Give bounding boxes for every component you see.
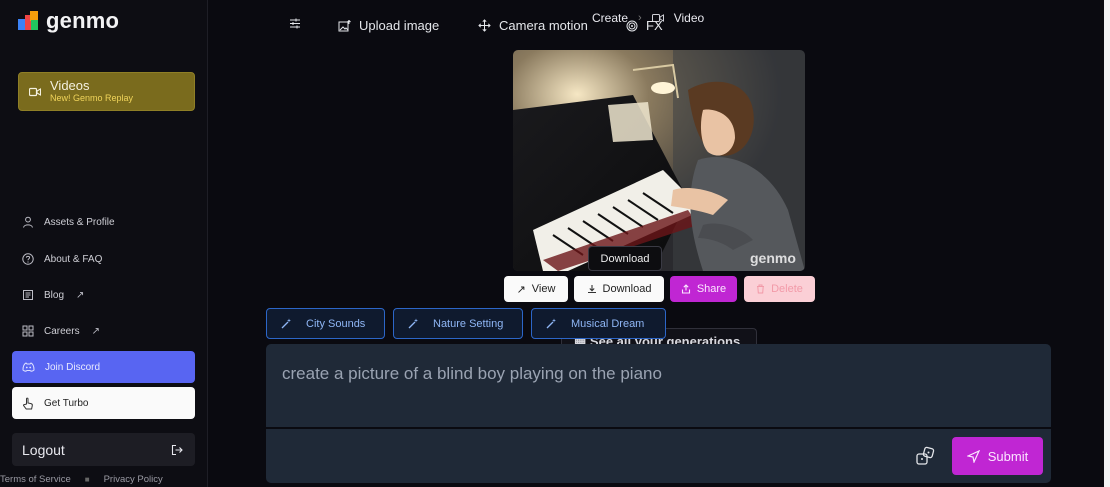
sidebar-item-assets-profile[interactable]: Assets & Profile — [22, 216, 115, 228]
logout-button[interactable]: Logout — [12, 433, 195, 466]
move-arrows-icon — [478, 19, 491, 32]
suggestion-label: Musical Dream — [571, 317, 645, 330]
trash-icon — [756, 284, 765, 294]
join-discord-label: Join Discord — [45, 361, 101, 373]
sidebar-item-careers[interactable]: Careers ↗ — [22, 325, 100, 337]
view-button[interactable]: ↗ View — [504, 276, 568, 302]
external-link-icon: ↗ — [516, 283, 526, 296]
suggestion-chip[interactable]: Musical Dream — [531, 308, 666, 339]
breadcrumb-current: Video — [673, 11, 705, 25]
logo-text: genmo — [46, 8, 120, 33]
user-icon — [22, 216, 34, 228]
logout-icon — [171, 444, 183, 456]
hand-pointer-icon — [22, 397, 34, 410]
suggestion-label: City Sounds — [306, 317, 366, 330]
download-button[interactable]: Download — [574, 276, 664, 302]
submit-button[interactable]: Submit — [952, 437, 1043, 475]
magic-wand-icon — [546, 318, 557, 329]
sidebar-item-blog[interactable]: Blog ↗ — [22, 289, 84, 301]
sidebar-item-label: Assets & Profile — [44, 216, 115, 228]
fx-label: FX — [646, 18, 663, 33]
video-preview[interactable]: genmo — [513, 50, 805, 271]
download-icon — [587, 284, 597, 294]
share-label: Share — [696, 283, 727, 295]
send-icon — [966, 449, 980, 463]
video-thumbnail-image: genmo — [513, 50, 805, 271]
submit-label: Submit — [987, 448, 1029, 464]
upload-image-button[interactable]: Upload image — [338, 18, 439, 33]
camera-motion-button[interactable]: Camera motion — [478, 18, 588, 33]
window-edge — [1104, 0, 1110, 487]
external-link-icon: ↗ — [76, 289, 85, 301]
get-turbo-button[interactable]: Get Turbo — [12, 387, 195, 419]
randomize-button[interactable] — [914, 445, 936, 467]
prompt-input[interactable]: create a picture of a blind boy playing … — [266, 344, 1051, 427]
get-turbo-label: Get Turbo — [44, 397, 89, 409]
logout-label: Logout — [22, 441, 65, 458]
help-circle-icon — [22, 253, 34, 265]
share-button[interactable]: Share — [670, 276, 737, 302]
sliders-icon — [289, 18, 301, 29]
suggestion-chip[interactable]: City Sounds — [266, 308, 385, 339]
genmo-logo-icon — [18, 10, 40, 32]
join-discord-button[interactable]: Join Discord — [12, 351, 195, 383]
footer-separator-icon: ■ — [84, 475, 90, 484]
sidebar-item-label: Blog — [44, 289, 65, 301]
discord-icon — [22, 362, 35, 372]
video-camera-icon — [29, 87, 41, 97]
camera-motion-label: Camera motion — [499, 18, 588, 33]
external-link-icon: ↗ — [91, 325, 100, 337]
delete-button[interactable]: Delete — [744, 276, 815, 302]
magic-wand-icon — [281, 318, 292, 329]
dice-icon — [914, 445, 936, 467]
share-icon — [681, 284, 691, 294]
download-tooltip: Download — [588, 246, 662, 271]
settings-sliders-button[interactable] — [289, 18, 301, 29]
suggestion-label: Nature Setting — [433, 317, 504, 330]
genmo-watermark: genmo — [750, 250, 796, 266]
logo[interactable]: genmo — [18, 8, 119, 34]
suggestion-chip[interactable]: Nature Setting — [393, 308, 523, 339]
fx-swirl-icon — [626, 20, 638, 32]
magic-wand-icon — [408, 318, 419, 329]
sidebar-item-label: About & FAQ — [44, 253, 103, 265]
upload-image-label: Upload image — [359, 18, 440, 33]
download-label: Download — [602, 283, 652, 295]
sidebar-item-about-faq[interactable]: About & FAQ — [22, 253, 102, 265]
terms-link[interactable]: Terms of Service — [0, 474, 71, 485]
fx-button[interactable]: FX — [626, 18, 663, 33]
breadcrumb-create[interactable]: Create — [592, 11, 628, 25]
delete-label: Delete — [771, 283, 803, 295]
image-upload-icon — [338, 19, 351, 32]
view-label: View — [531, 283, 556, 295]
footer-links: Terms of Service ■ Privacy Policy — [0, 474, 208, 485]
videos-subtitle: New! Genmo Replay — [50, 92, 134, 103]
sidebar-item-videos[interactable]: Videos New! Genmo Replay — [18, 72, 195, 111]
newspaper-icon — [22, 289, 34, 301]
sidebar: genmo Videos New! Genmo Replay Assets & … — [0, 0, 208, 487]
videos-title: Videos — [50, 78, 90, 94]
sidebar-item-label: Careers — [44, 325, 80, 337]
privacy-link[interactable]: Privacy Policy — [104, 474, 163, 485]
careers-icon — [22, 325, 34, 337]
